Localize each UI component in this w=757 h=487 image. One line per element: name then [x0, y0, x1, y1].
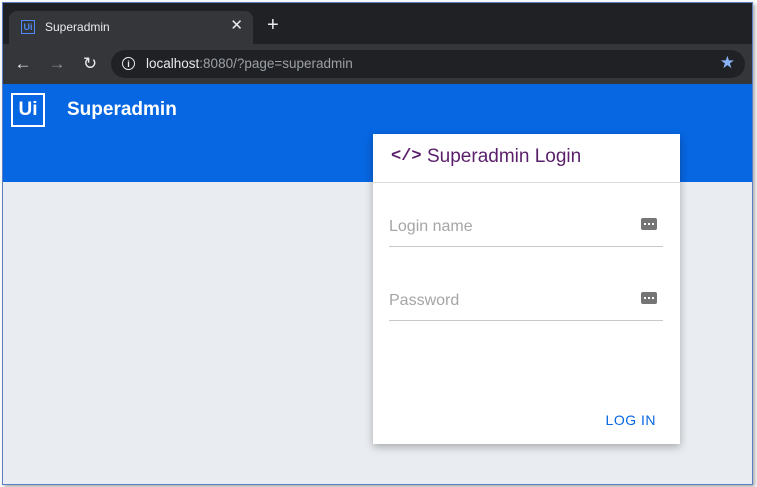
close-tab-icon[interactable]: ✕	[230, 18, 243, 34]
url-path: :8080/?page=superadmin	[199, 56, 353, 71]
uipath-logo: Ui	[11, 93, 45, 127]
login-button[interactable]: LOG IN	[606, 412, 656, 428]
password-input[interactable]	[389, 286, 629, 316]
login-card-header: </> Superadmin Login	[373, 134, 680, 183]
star-icon[interactable]: ★	[720, 53, 735, 73]
code-icon: </>	[391, 147, 422, 166]
keyboard-icon[interactable]	[641, 218, 657, 230]
tab-favicon-icon: Ui	[21, 20, 35, 34]
new-tab-button[interactable]: +	[267, 15, 279, 35]
forward-arrow-icon[interactable]: →	[47, 54, 67, 74]
tab-title: Superadmin	[45, 20, 110, 34]
page-content: Ui Superadmin </> Superadmin Login LOG I…	[3, 84, 752, 484]
tab-superadmin[interactable]: Ui Superadmin ✕	[9, 11, 253, 44]
login-card: </> Superadmin Login LOG IN	[373, 134, 680, 444]
tab-strip: Ui Superadmin ✕ +	[3, 3, 752, 44]
url-text[interactable]: localhost:8080/?page=superadmin	[146, 56, 353, 71]
url-host: localhost	[146, 56, 200, 71]
browser-toolbar: ← → ↻ i localhost:8080/?page=superadmin …	[3, 44, 752, 84]
app-title: Superadmin	[67, 99, 177, 120]
keyboard-icon[interactable]	[641, 292, 657, 304]
login-name-input[interactable]	[389, 212, 629, 242]
password-field	[389, 286, 663, 321]
browser-window: Ui Superadmin ✕ + ← → ↻ i localhost:8080…	[2, 2, 753, 485]
info-icon[interactable]: i	[122, 57, 135, 70]
login-name-field	[389, 212, 663, 247]
reload-icon[interactable]: ↻	[80, 54, 100, 74]
back-arrow-icon[interactable]: ←	[13, 54, 33, 74]
address-bar[interactable]: i localhost:8080/?page=superadmin ★	[111, 50, 745, 78]
login-card-title: Superadmin Login	[427, 146, 582, 167]
